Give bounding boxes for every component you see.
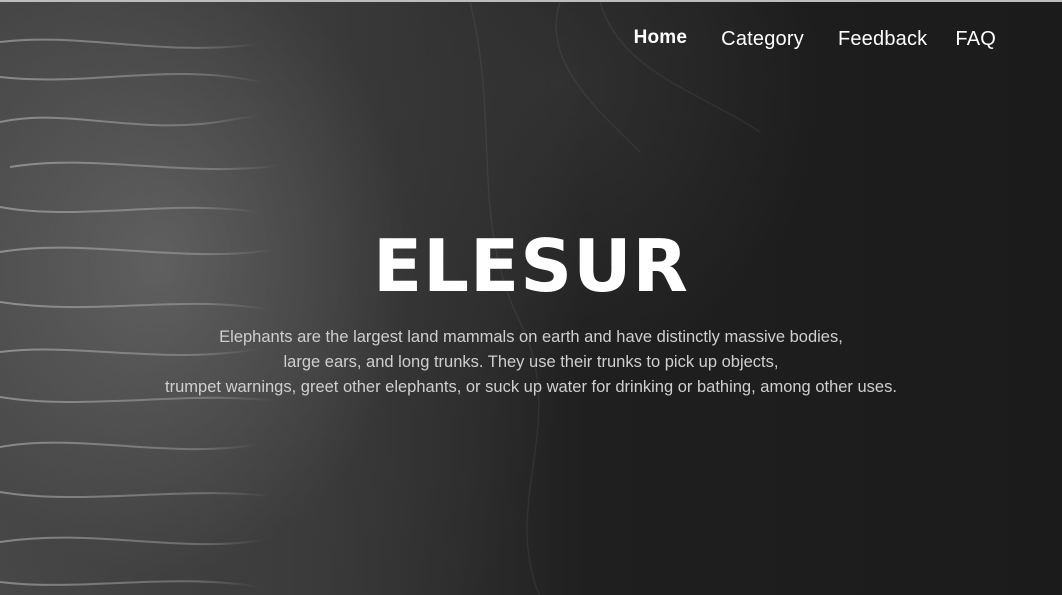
main-nav: Home Category Feedback FAQ (634, 27, 996, 51)
hero-section: Home Category Feedback FAQ ELESUR Elepha… (0, 0, 1062, 595)
hero-description-line: large ears, and long trunks. They use th… (283, 353, 779, 371)
hero-description-line: trumpet warnings, greet other elephants,… (165, 378, 897, 396)
hero-description: Elephants are the largest land mammals o… (0, 325, 1062, 400)
hero-title: ELESUR (372, 224, 689, 308)
nav-home-link[interactable]: Home (634, 27, 688, 49)
nav-feedback-link[interactable]: Feedback (838, 28, 927, 51)
nav-category-link[interactable]: Category (721, 28, 804, 51)
hero-description-line: Elephants are the largest land mammals o… (219, 328, 843, 346)
nav-faq-link[interactable]: FAQ (955, 28, 996, 51)
